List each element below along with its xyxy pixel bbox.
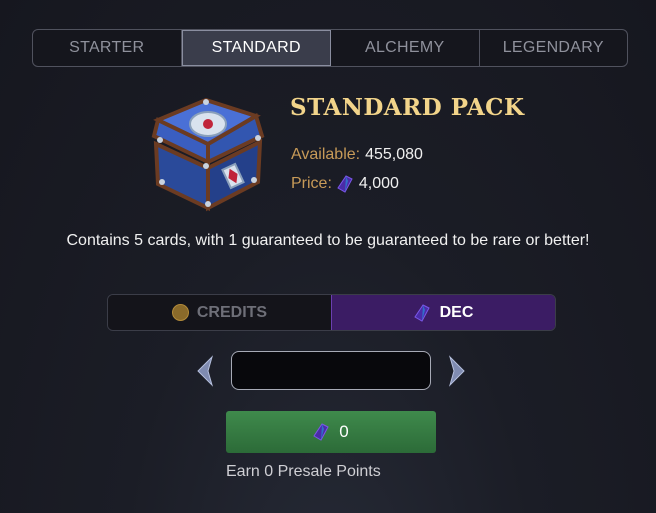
pack-description: Contains 5 cards, with 1 guaranteed to b… <box>66 232 590 249</box>
tab-standard[interactable]: STANDARD <box>181 30 331 66</box>
dec-option[interactable]: DEC <box>331 295 555 330</box>
dec-gem-icon <box>413 303 430 322</box>
tab-legendary[interactable]: LEGENDARY <box>480 30 628 66</box>
available-row: Available: 455,080 <box>291 146 423 164</box>
price-row: Price: 4,000 <box>291 175 399 193</box>
available-label: Available: <box>291 146 361 163</box>
currency-selector: CREDITS DEC <box>107 294 556 331</box>
credits-label: CREDITS <box>196 303 268 321</box>
presale-points-text: Earn 0 Presale Points <box>226 463 381 480</box>
buy-button[interactable]: 0 <box>226 411 436 453</box>
price-label: Price: <box>291 175 332 192</box>
decrease-arrow-icon[interactable] <box>194 355 218 387</box>
dec-gem-icon <box>313 423 329 441</box>
increase-arrow-icon[interactable] <box>444 355 468 387</box>
pack-title: STANDARD PACK <box>290 94 525 121</box>
quantity-input[interactable] <box>231 351 431 390</box>
treasure-chest-icon <box>151 97 265 212</box>
tab-alchemy[interactable]: ALCHEMY <box>331 30 480 66</box>
tab-starter[interactable]: STARTER <box>33 30 182 66</box>
price-value: 4,000 <box>358 175 399 192</box>
available-value: 455,080 <box>365 146 423 163</box>
pack-tabs: STARTER STANDARD ALCHEMY LEGENDARY <box>32 29 628 67</box>
buy-amount: 0 <box>339 422 349 441</box>
credits-option[interactable]: CREDITS <box>108 295 331 330</box>
dec-gem-icon <box>337 175 353 193</box>
credits-coin-icon <box>171 304 189 321</box>
dec-label: DEC <box>439 303 474 321</box>
